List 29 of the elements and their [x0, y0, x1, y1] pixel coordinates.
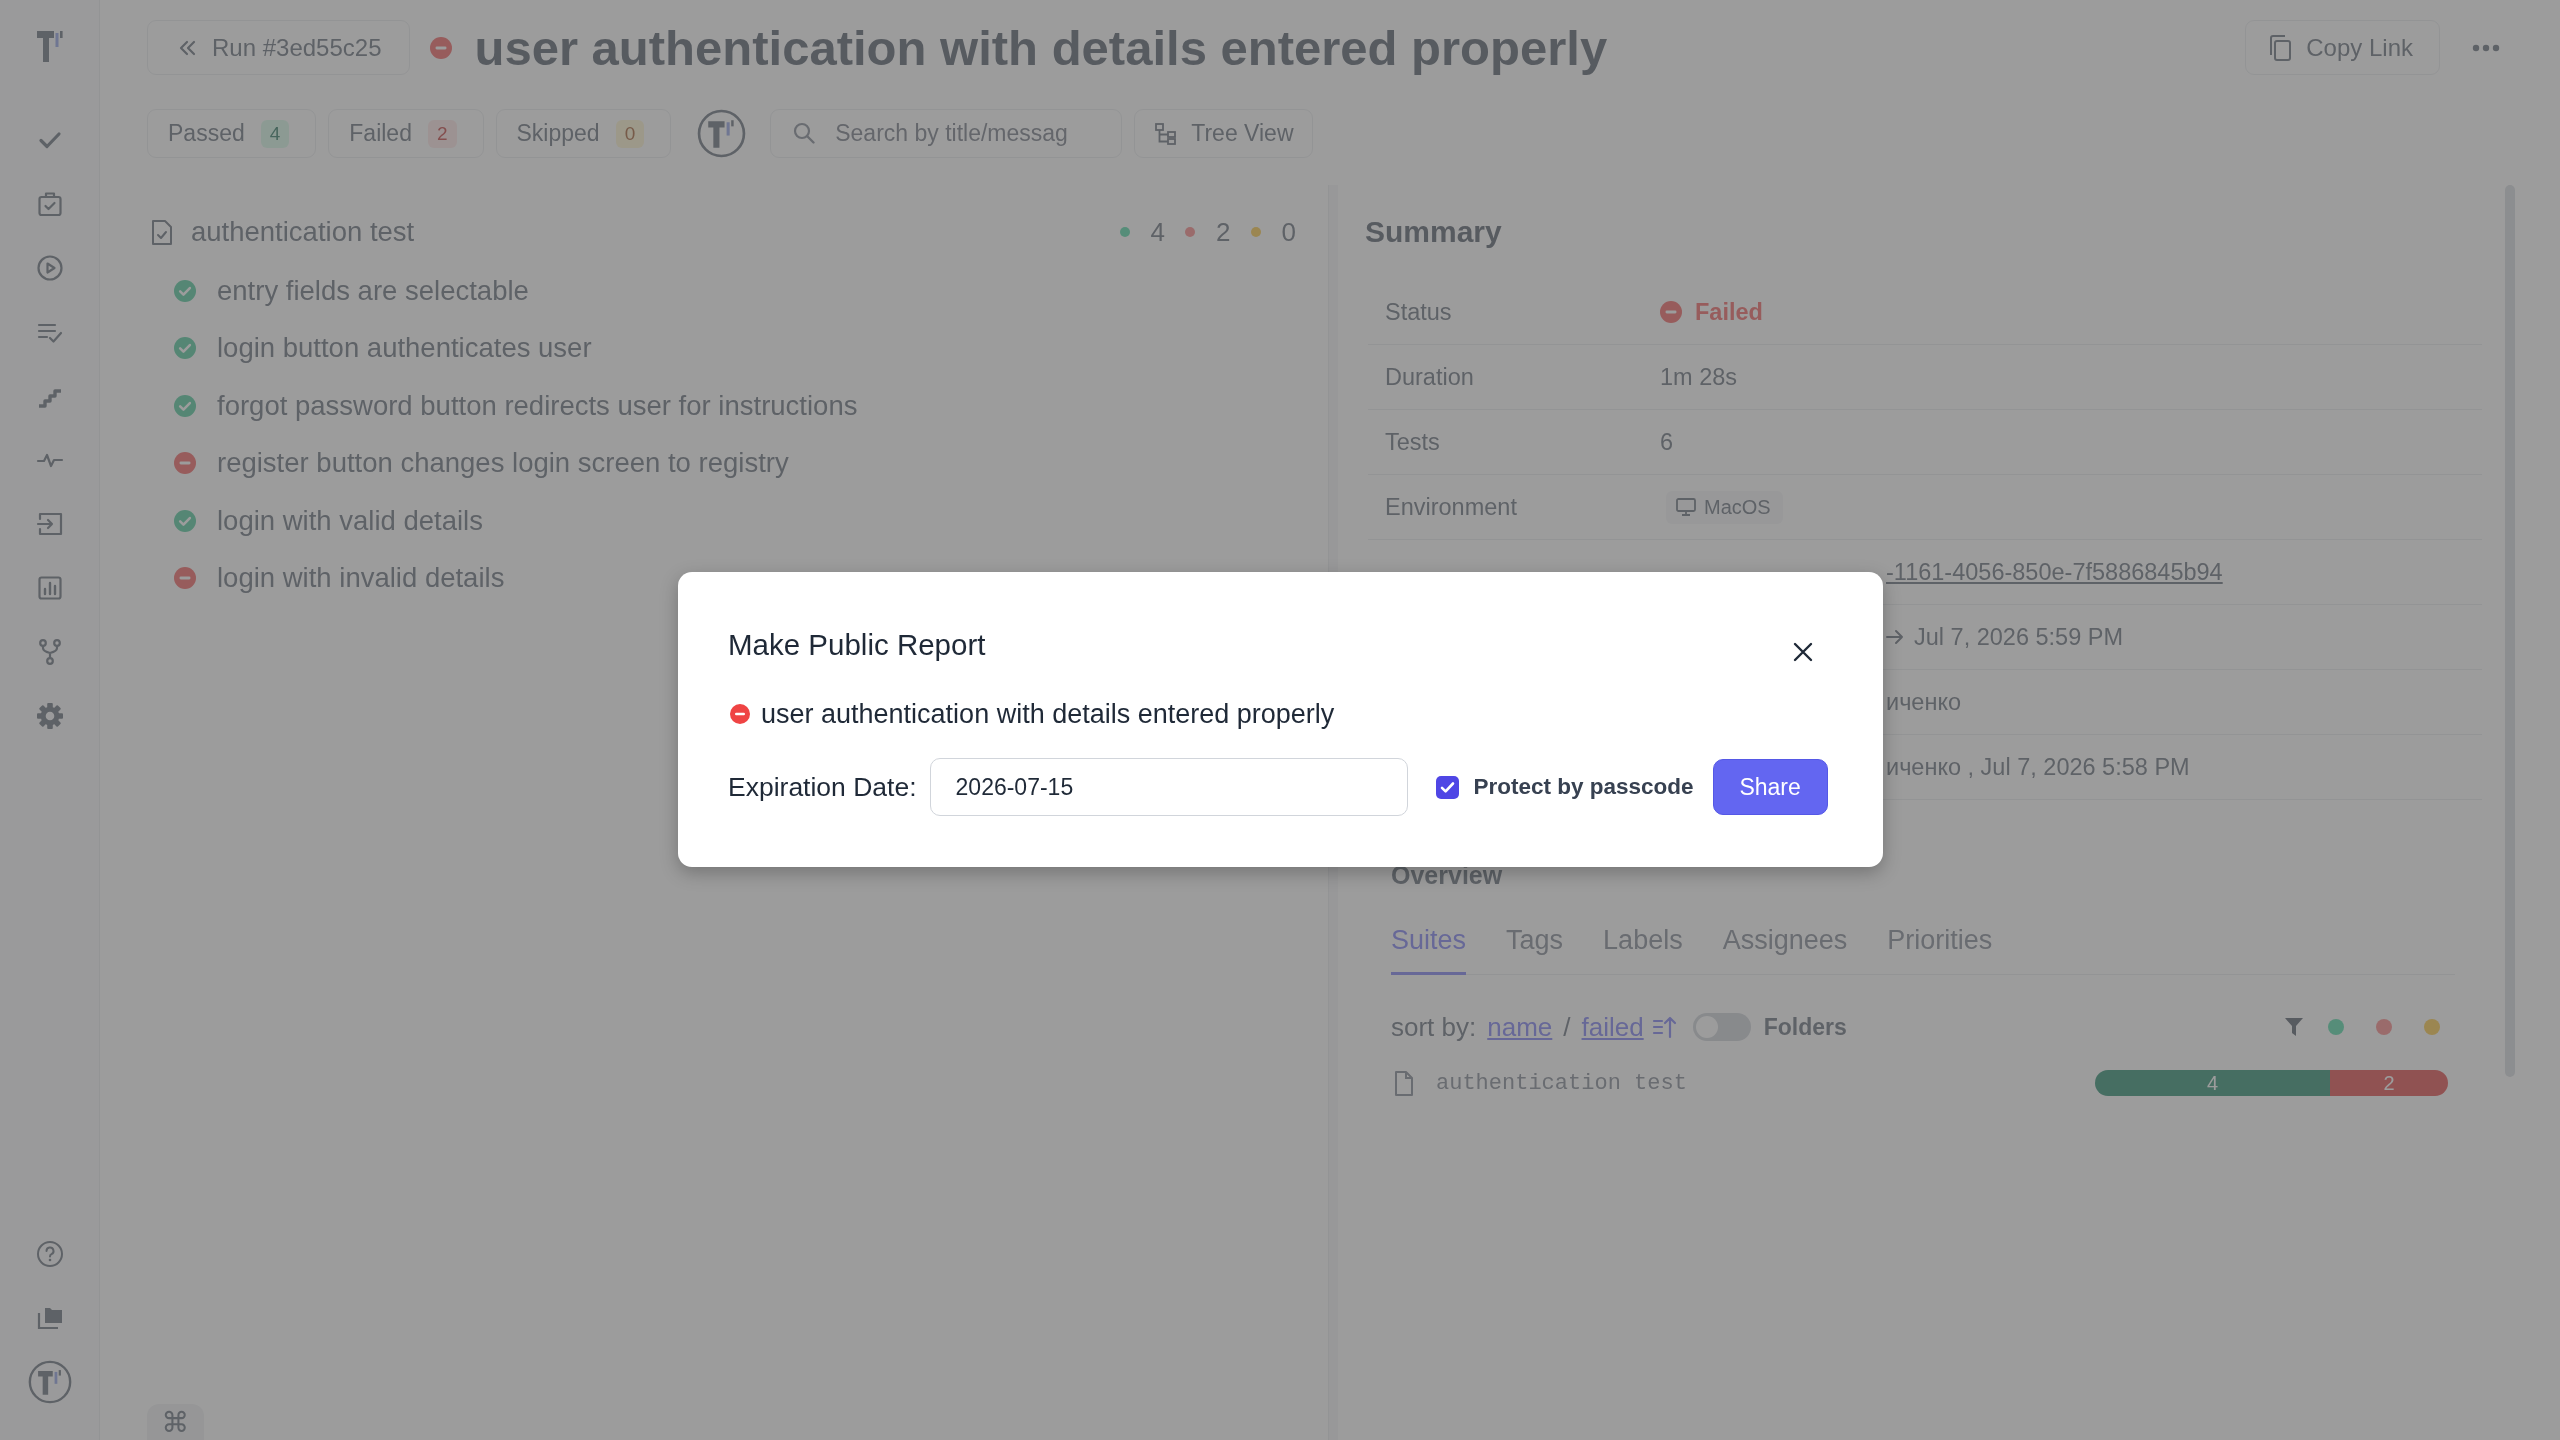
count-text: 2 — [1216, 216, 1231, 248]
checkbox-label: Protect by passcode — [1473, 774, 1694, 800]
summary-value: 6 — [1660, 428, 1674, 456]
section-title: Overview — [1391, 860, 1504, 891]
count-badge: 4 — [260, 119, 290, 148]
test-title: user authentication with details entered properly — [761, 698, 1335, 730]
page-title: user authentication with details entered properly — [474, 19, 1608, 76]
summary-label: Tests — [1385, 428, 1440, 455]
count-text: 0 — [1281, 216, 1296, 248]
failed-bar-segment: 2 — [2330, 1070, 2448, 1096]
summary-label: Status — [1385, 298, 1452, 325]
status-text: Failed — [1695, 298, 1763, 326]
summary-value: иченко , Jul 7, 2026 5:58 PM — [1886, 753, 2190, 781]
modal-title: Make Public Report — [728, 628, 986, 662]
summary-value: 1m 28s — [1660, 363, 1738, 391]
sort-label: sort by: — [1391, 1011, 1477, 1043]
summary-value: Jul 7, 2026 5:59 PM — [1914, 623, 2124, 651]
count-badge: 0 — [615, 119, 645, 148]
section-title: Summary — [1365, 214, 1503, 250]
summary-label: Environment — [1385, 493, 1517, 520]
count-text: 4 — [1150, 216, 1166, 248]
toggle-label: Folders — [1763, 1013, 1847, 1041]
environment-text: MacOS — [1704, 495, 1771, 519]
summary-label: Duration — [1385, 363, 1474, 390]
passed-bar-segment: 4 — [2095, 1070, 2331, 1096]
field-label: Expiration Date: — [728, 771, 917, 803]
separator-text: / — [1563, 1011, 1571, 1043]
summary-value: иченко — [1886, 688, 1962, 716]
count-badge: 2 — [427, 119, 457, 148]
